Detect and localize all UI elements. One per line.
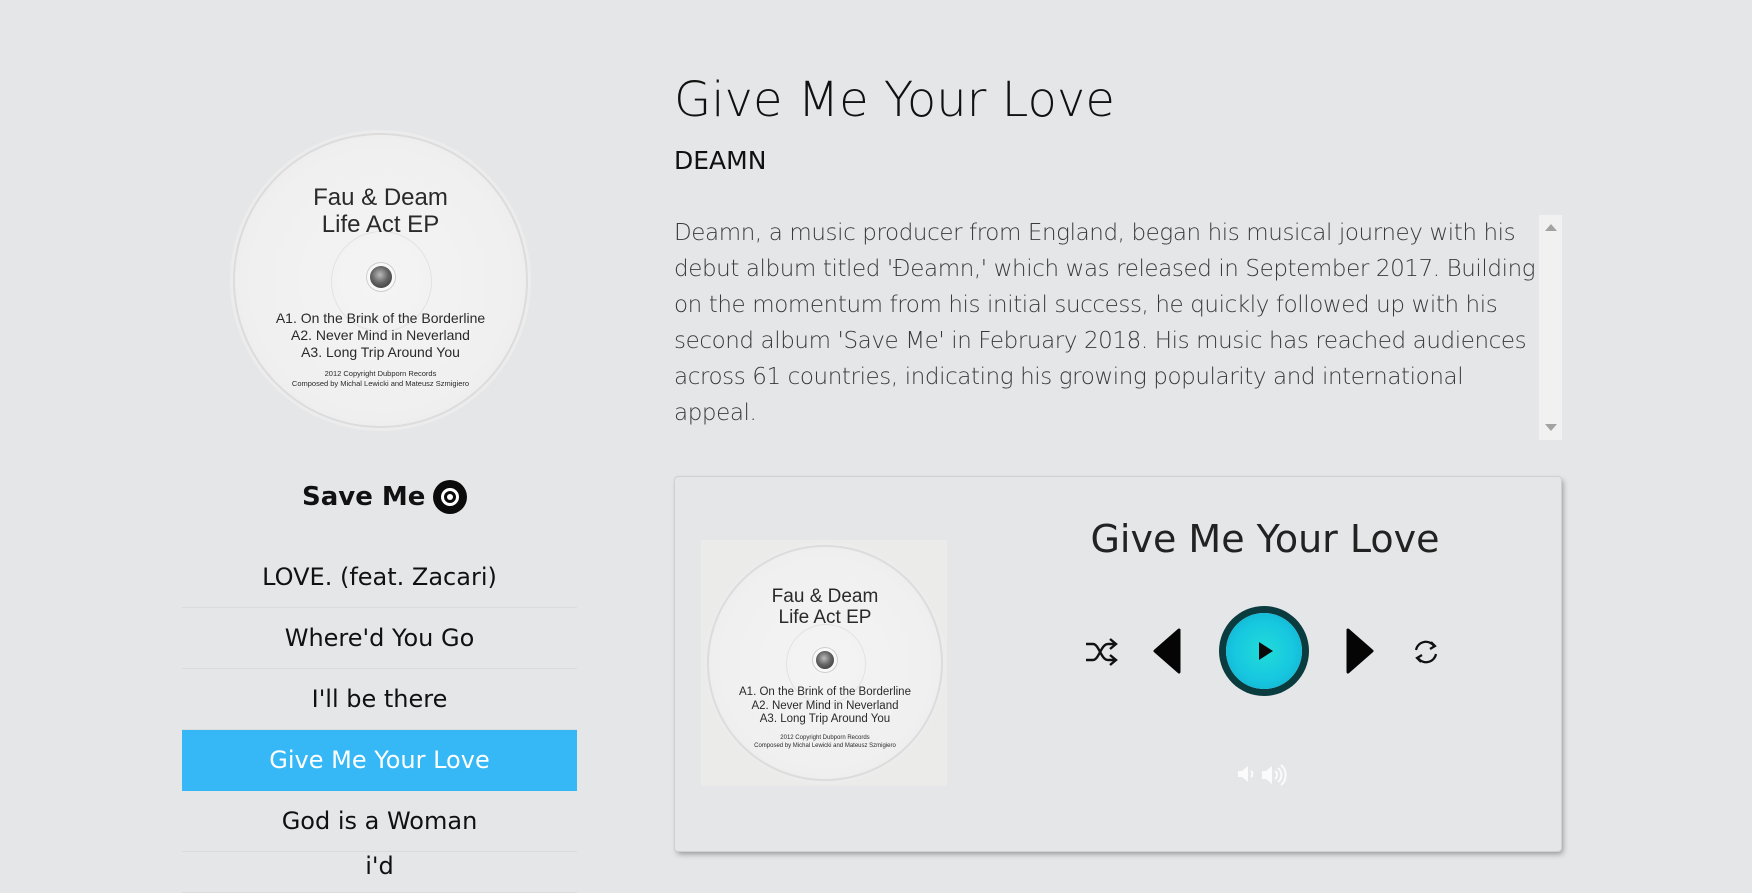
record-label-title: Fau & Deam Life Act EP — [771, 586, 879, 629]
repeat-icon[interactable] — [1411, 638, 1441, 670]
shuffle-icon[interactable] — [1084, 637, 1118, 671]
volume-controls — [1236, 763, 1288, 791]
music-player: Fau & Deam Life Act EP A1. On the Brink … — [675, 477, 1561, 851]
track-list: LOVE. (feat. Zacari) Where'd You Go I'll… — [182, 547, 577, 893]
track-item[interactable]: LOVE. (feat. Zacari) — [182, 547, 577, 608]
volume-up-icon[interactable] — [1260, 763, 1288, 791]
album-name: Save Me — [302, 482, 426, 512]
record-label-tracks: A1. On the Brink of the Borderline A2. N… — [739, 686, 911, 726]
bio-container: Deamn, a music producer from England, be… — [674, 215, 1562, 440]
album-heading: Save Me — [302, 480, 468, 514]
artist-bio: Deamn, a music producer from England, be… — [674, 220, 1536, 426]
player-cover-art: Fau & Deam Life Act EP A1. On the Brink … — [701, 540, 947, 786]
album-cover-record: Fau & Deam Life Act EP A1. On the Brink … — [233, 133, 528, 428]
track-item-active[interactable]: Give Me Your Love — [182, 730, 577, 791]
artist-name: DEAMN — [674, 146, 767, 175]
bio-scrollbar[interactable] — [1539, 215, 1562, 440]
track-item[interactable]: God is a Woman — [182, 791, 577, 852]
record-label-credits: 2012 Copyright Dubporn Records Composed … — [291, 369, 470, 389]
track-item[interactable]: Where'd You Go — [182, 608, 577, 669]
play-button[interactable] — [1226, 613, 1302, 689]
record-label-title: Fau & Deam Life Act EP — [313, 184, 448, 238]
scroll-up-arrow-icon[interactable] — [1545, 224, 1557, 231]
volume-down-icon[interactable] — [1236, 763, 1256, 791]
record-spindle-hole — [370, 266, 392, 288]
player-track-title: Give Me Your Love — [1090, 517, 1440, 561]
scroll-down-arrow-icon[interactable] — [1545, 424, 1557, 431]
next-icon[interactable] — [1345, 628, 1375, 678]
song-title: Give Me Your Love — [674, 72, 1115, 128]
record-label-credits: 2012 Copyright Dubporn Records Composed … — [754, 735, 896, 750]
previous-icon[interactable] — [1152, 628, 1182, 678]
cover-record: Fau & Deam Life Act EP A1. On the Brink … — [707, 545, 943, 781]
record-spindle-hole — [816, 651, 834, 669]
track-item[interactable]: i'd — [182, 852, 577, 893]
disc-icon — [433, 480, 468, 514]
play-icon — [1259, 642, 1273, 660]
record-label-tracks: A1. On the Brink of the Borderline A2. N… — [275, 310, 486, 361]
track-item[interactable]: I'll be there — [182, 669, 577, 730]
